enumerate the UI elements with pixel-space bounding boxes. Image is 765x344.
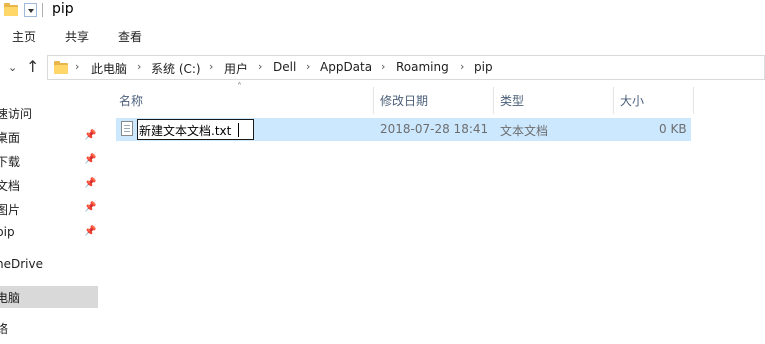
file-modified: 2018-07-28 18:41 — [380, 122, 489, 136]
breadcrumb-system-c[interactable]: 系统 (C:) — [151, 60, 201, 77]
chevron-right-icon[interactable]: › — [137, 60, 141, 73]
file-size: 0 KB — [659, 122, 687, 136]
title-bar: pip — [0, 0, 765, 20]
column-header-modified[interactable]: 修改日期 — [374, 87, 494, 114]
recent-locations-chevron-icon[interactable]: ⌄ — [8, 61, 17, 74]
chevron-right-icon[interactable]: › — [460, 60, 464, 73]
rename-field[interactable]: 新建文本文档.txt — [137, 119, 254, 140]
nav-item-network[interactable]: 络 — [0, 317, 98, 339]
nav-item-label: 文档 — [0, 179, 21, 193]
file-row[interactable]: 新建文本文档.txt 2018-07-28 18:41 文本文档 0 KB — [116, 118, 691, 141]
breadcrumb-appdata[interactable]: AppData — [320, 60, 372, 74]
quick-access-dropdown-icon[interactable] — [24, 3, 37, 17]
title-separator — [42, 3, 43, 17]
nav-item-label: 下载 — [0, 155, 21, 169]
nav-item-quick-access[interactable]: 速访问 — [0, 102, 98, 124]
nav-item-label: pip — [0, 225, 15, 239]
rename-input[interactable] — [139, 122, 229, 137]
breadcrumb-dell[interactable]: Dell — [273, 60, 296, 74]
breadcrumb-roaming[interactable]: Roaming — [396, 60, 449, 74]
tab-home[interactable]: 主页 — [12, 28, 36, 45]
text-caret — [238, 123, 239, 137]
pin-icon[interactable]: 📌 — [84, 130, 96, 141]
nav-item-this-pc[interactable]: 电脑 — [0, 286, 98, 308]
chevron-right-icon[interactable]: › — [209, 60, 213, 73]
breadcrumb-this-pc[interactable]: 此电脑 — [91, 60, 127, 77]
up-arrow-icon[interactable]: ↑ — [26, 57, 39, 76]
file-type: 文本文档 — [500, 124, 549, 138]
address-bar[interactable]: › 此电脑 › 系统 (C:) › 用户 › Dell › AppData › … — [47, 55, 765, 80]
nav-item-label: 桌面 — [0, 131, 21, 145]
pin-icon[interactable]: 📌 — [84, 178, 96, 189]
nav-item-pip[interactable]: pip 📌 — [0, 222, 98, 244]
column-header-name[interactable]: 名称 — [112, 87, 374, 114]
nav-item-onedrive[interactable]: neDrive — [0, 254, 98, 276]
chevron-right-icon[interactable]: › — [306, 60, 310, 73]
tab-view[interactable]: 查看 — [118, 28, 142, 45]
breadcrumb-users[interactable]: 用户 — [224, 60, 248, 77]
pin-icon[interactable]: 📌 — [84, 202, 96, 213]
nav-item-downloads[interactable]: 下载 📌 — [0, 150, 98, 172]
nav-item-label: neDrive — [0, 257, 43, 271]
chevron-right-icon[interactable]: › — [75, 60, 79, 73]
nav-item-pictures[interactable]: 图片 📌 — [0, 198, 98, 220]
navigation-pane: 速访问 桌面 📌 下载 📌 文档 📌 图片 📌 pip 📌 neDrive 电脑… — [0, 82, 100, 344]
pin-icon[interactable]: 📌 — [84, 154, 96, 165]
pin-icon[interactable]: 📌 — [84, 226, 96, 237]
window-title: pip — [52, 1, 74, 17]
column-header-size[interactable]: 大小 — [614, 87, 694, 114]
nav-item-desktop[interactable]: 桌面 📌 — [0, 126, 98, 148]
nav-item-label: 络 — [0, 322, 9, 336]
chevron-right-icon[interactable]: › — [258, 60, 262, 73]
nav-item-documents[interactable]: 文档 📌 — [0, 174, 98, 196]
nav-item-label: 速访问 — [0, 107, 33, 121]
column-header-type[interactable]: 类型 — [494, 87, 614, 114]
nav-item-label: 图片 — [0, 203, 21, 217]
tab-share[interactable]: 共享 — [65, 28, 89, 45]
breadcrumb-pip[interactable]: pip — [474, 60, 493, 74]
text-file-icon — [121, 121, 133, 136]
chevron-right-icon[interactable]: › — [381, 60, 385, 73]
nav-item-label: 电脑 — [0, 291, 21, 305]
